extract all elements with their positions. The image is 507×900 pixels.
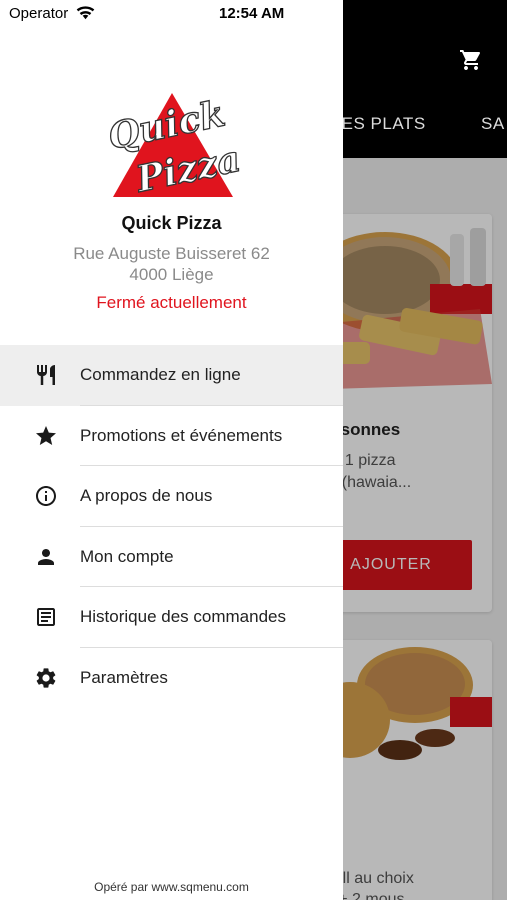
drawer-menu: Commandez en ligne Promotions et événeme… xyxy=(0,345,343,708)
powered-by-footer[interactable]: Opéré par www.sqmenu.com xyxy=(0,880,343,894)
menu-item-label: Mon compte xyxy=(80,546,174,566)
menu-item-label: Commandez en ligne xyxy=(80,365,241,384)
gear-icon xyxy=(36,667,56,688)
carrier-label: Operator xyxy=(9,5,69,22)
navigation-drawer: Quick Pizza Quick Pizza Rue Auguste Buis… xyxy=(0,0,343,900)
menu-item-label: Historique des commandes xyxy=(80,607,286,626)
menu-item-label: A propos de nous xyxy=(80,486,213,505)
quick-pizza-logo: Quick Pizza xyxy=(105,92,240,200)
wifi-icon xyxy=(76,6,95,20)
receipt-icon xyxy=(37,608,55,626)
status-bar: Operator 12:54 AM xyxy=(0,0,507,28)
menu-item-label: Promotions et événements xyxy=(80,425,283,445)
menu-item-my-account[interactable]: Mon compte xyxy=(0,527,343,587)
menu-item-order-history[interactable]: Historique des commandes xyxy=(0,587,343,648)
store-status: Fermé actuellement xyxy=(96,293,247,312)
star-icon xyxy=(36,425,56,445)
menu-item-promotions[interactable]: Promotions et événements xyxy=(0,406,343,466)
person-icon xyxy=(38,548,54,565)
fork-knife-icon xyxy=(37,365,55,385)
menu-item-about[interactable]: A propos de nous xyxy=(0,466,343,527)
store-address-line1: Rue Auguste Buisseret 62 xyxy=(73,244,270,263)
store-name: Quick Pizza xyxy=(121,213,222,233)
menu-item-label: Paramètres xyxy=(80,667,168,687)
cart-icon[interactable] xyxy=(458,48,484,72)
tab-next[interactable]: SA xyxy=(481,114,505,134)
info-icon xyxy=(36,486,56,506)
menu-item-order-online[interactable]: Commandez en ligne xyxy=(0,345,343,406)
store-address-line2: 4000 Liège xyxy=(129,265,214,284)
menu-item-settings[interactable]: Paramètres xyxy=(0,648,343,709)
status-time: 12:54 AM xyxy=(219,5,285,22)
